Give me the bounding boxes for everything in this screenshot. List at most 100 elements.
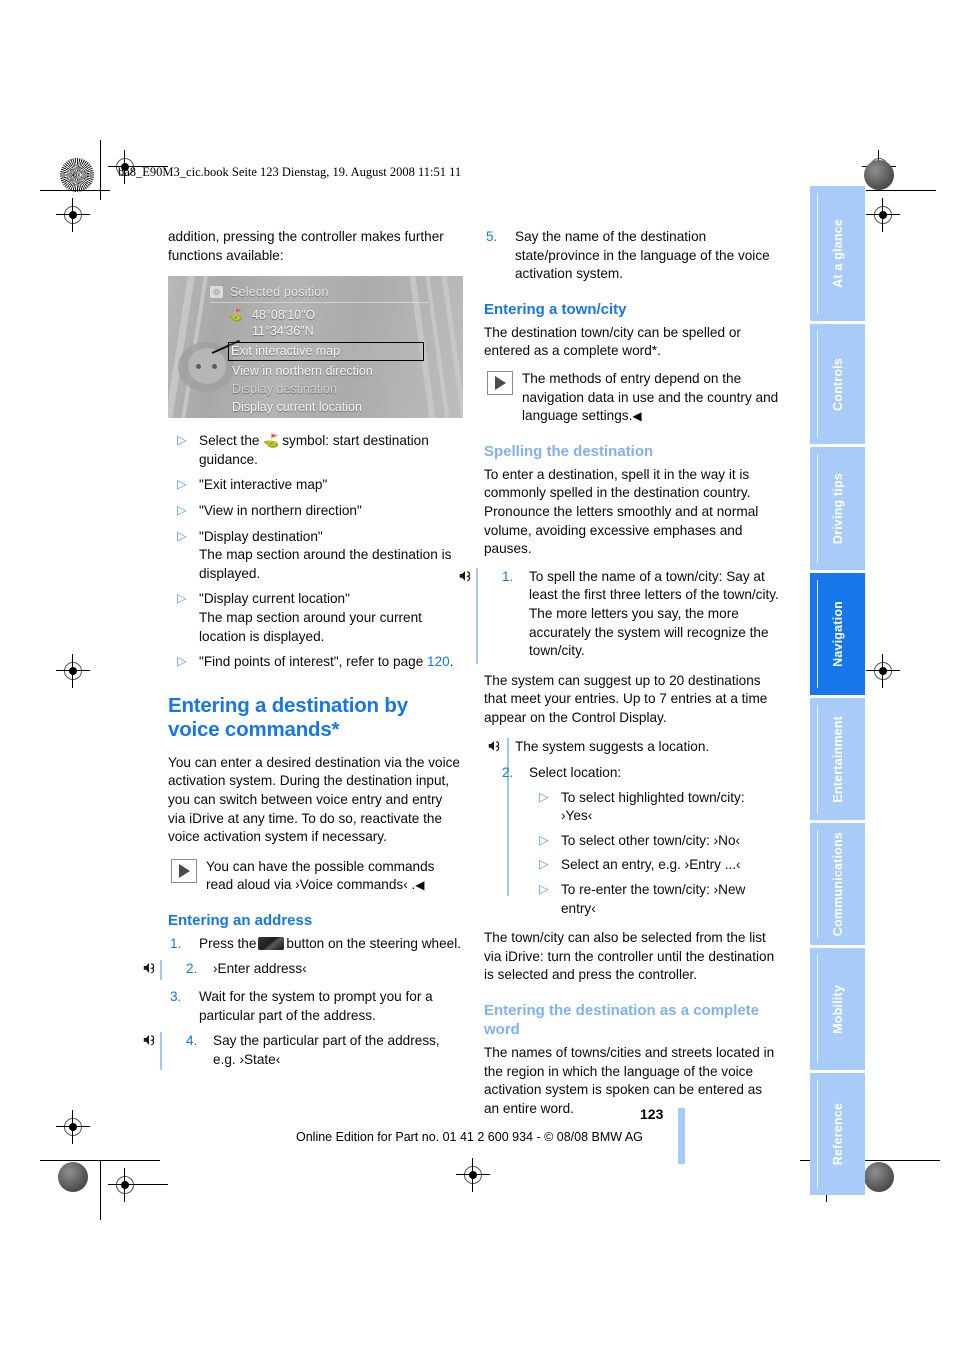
select-option-entry: Select an entry, e.g. ›Entry ...‹ [529, 855, 779, 875]
nav-display-divider [210, 302, 428, 304]
nav-display-coordinates: 48°08'10"O 11°34'36"N [252, 307, 315, 339]
chapter-intro-paragraph: You can enter a desired destination via … [168, 754, 460, 845]
select-option-new-entry: To re-enter the town/city: ›New entry‹ [529, 880, 779, 918]
tab-label: Driving tips [830, 472, 845, 545]
address-step-2: 2. ›Enter address‹ [143, 960, 463, 981]
option-display-current-location-detail: The map section around your current loca… [199, 609, 422, 644]
address-step-3: 3. Wait for the system to prompt you for… [168, 988, 463, 1025]
state-step-5: 5. Say the name of the destination state… [484, 228, 779, 284]
select-location-step-2: 2. Select location: [484, 764, 779, 783]
nav-menu-item-view-northern-direction[interactable]: View in northern direction [230, 362, 428, 380]
tab-communications[interactable]: Communications [810, 823, 865, 945]
intro-paragraph: addition, pressing the controller makes … [168, 229, 444, 263]
spelling-paragraph: To enter a destination, spell it in the … [484, 466, 759, 557]
option-prefix: Select the [199, 433, 260, 449]
complete-word-paragraph: The names of towns/cities and streets lo… [484, 1045, 775, 1116]
voice-command-icon [143, 963, 155, 974]
town-paragraph: The destination town/city can be spelled… [484, 324, 741, 359]
tab-label: Navigation [830, 601, 845, 667]
voice-step-rule-4 [160, 1032, 162, 1071]
address-step-1-pre: Press the [199, 935, 257, 951]
nav-menu-item-display-destination[interactable]: Display destination [230, 380, 428, 398]
option-find-poi-label: "Find points of interest", refer to page [199, 654, 424, 670]
nav-menu-item-exit-interactive-map[interactable]: Exit interactive map [228, 342, 424, 361]
section-heading-entering-a-town-city: Entering a town/city [484, 300, 627, 318]
option-exit-interactive-map: "Exit interactive map" [168, 475, 463, 495]
nav-menu-item-display-current-location[interactable]: Display current location [230, 398, 428, 416]
page-reference-link[interactable]: 120 [427, 654, 450, 669]
coordinate-line-1: 48°08'10"O [252, 308, 316, 323]
play-triangle-icon [487, 370, 513, 395]
nav-display-title: Selected position [230, 285, 329, 300]
suggest-paragraph: The system can suggest up to 20 destinat… [484, 672, 768, 725]
step-number-4: 4. [186, 1033, 198, 1049]
address-step-4: 4. Say the particular part of the addres… [143, 1032, 463, 1071]
voice-step-rule-2 [160, 960, 162, 981]
subheading-spelling-the-destination: Spelling the destination [484, 442, 654, 460]
step-number-5: 5. [486, 229, 498, 244]
select-option-highlighted: To select highlighted town/city: ›Yes‹ [529, 788, 779, 826]
spelling-step-1-text: To spell the name of a town/city: Say at… [529, 568, 779, 659]
tab-label: At a glance [830, 219, 845, 288]
step-number-3: 3. [170, 989, 182, 1005]
tab-label: Reference [830, 1102, 845, 1166]
tab-mobility[interactable]: Mobility [810, 948, 865, 1070]
footer-edition-line: Online Edition for Part no. 01 41 2 600 … [296, 1130, 643, 1144]
tab-label: Mobility [830, 984, 845, 1034]
address-steps-list: 1. Press the button on the steering wheel… [143, 935, 463, 1071]
tab-navigation[interactable]: Navigation [810, 573, 865, 695]
address-step-2-text: ›Enter address‹ [213, 961, 307, 977]
step-number-2: 2. [186, 961, 198, 977]
voice-command-icon [488, 741, 500, 752]
section-heading-entering-an-address: Entering an address [168, 911, 313, 929]
select-option-other: To select other town/city: ›No‹ [529, 831, 779, 851]
option-display-destination: "Display destination" The map section ar… [168, 527, 463, 584]
footer-accent-bar [678, 1108, 685, 1164]
spelling-steps-list: 1. To spell the name of a town/city: Say… [459, 567, 779, 664]
voice-command-icon [143, 1035, 155, 1046]
map-pin-icon: ◎ [210, 286, 223, 299]
nav-menu-item-find-points-of-interest[interactable]: Find points of interest [230, 417, 428, 418]
entry-methods-note: The methods of entry depend on the navig… [484, 370, 779, 426]
select-location-step-list: 2. Select location: [484, 764, 779, 783]
tab-controls[interactable]: Controls [810, 324, 865, 444]
voice-commands-note-text: You can have the possible commands read … [206, 858, 435, 893]
address-step-1-post: button on the steering wheel. [286, 935, 461, 951]
navigation-display-figure: ◎ Selected position ⛳ 48°08'10"O 11°34'3… [168, 276, 463, 419]
tab-at-a-glance[interactable]: At a glance [810, 186, 865, 321]
state-step-5-text: Say the name of the destination state/pr… [515, 229, 770, 282]
destination-guidance-symbol-icon: ⛳ [263, 433, 279, 449]
left-column: addition, pressing the controller makes … [143, 228, 463, 1080]
select-location-step-text: Select location: [529, 765, 622, 781]
subheading-complete-word: Entering the destination as a complete w… [484, 1002, 760, 1038]
nav-display-menu: Exit interactive map View in northern di… [228, 342, 428, 418]
option-display-current-location: "Display current location" The map secti… [168, 589, 463, 646]
option-view-northern-direction: "View in northern direction" [168, 501, 463, 521]
play-triangle-icon [171, 858, 197, 883]
page-number: 123 [640, 1106, 664, 1122]
tab-reference[interactable]: Reference [810, 1073, 865, 1195]
address-step-1: 1. Press the button on the steering wheel… [168, 935, 463, 954]
page-title: Entering a destination by voice commands… [168, 693, 408, 741]
tab-label: Entertainment [830, 715, 845, 803]
address-step-4-text: Say the particular part of the address, … [213, 1033, 440, 1067]
entry-methods-note-text: The methods of entry depend on the navig… [522, 370, 779, 424]
tab-driving-tips[interactable]: Driving tips [810, 447, 865, 570]
address-step-3-text: Wait for the system to prompt you for a … [199, 989, 433, 1023]
option-display-destination-label: "Display destination" [199, 528, 323, 544]
idrive-paragraph: The town/city can also be selected from … [484, 930, 775, 983]
coordinate-line-2: 11°34'36"N [252, 324, 314, 339]
voice-commands-note: You can have the possible commands read … [168, 858, 463, 895]
tab-entertainment[interactable]: Entertainment [810, 698, 865, 820]
option-display-destination-detail: The map section around the destination i… [199, 547, 452, 581]
step-number-1: 1. [170, 935, 182, 951]
step-number-1: 1. [502, 568, 514, 584]
select-location-options-list: To select highlighted town/city: ›Yes‹ T… [484, 788, 779, 919]
option-find-points-of-interest: "Find points of interest", refer to page… [168, 652, 463, 672]
note-end-marker: ◀ [415, 878, 425, 893]
option-start-destination-guidance: Select the ⛳ symbol: start destination g… [168, 431, 463, 469]
chapter-tabs: At a glance Controls Driving tips Naviga… [810, 186, 865, 1198]
spelling-step-1: 1. To spell the name of a town/city: Say… [459, 567, 779, 664]
steering-wheel-voice-button-icon [258, 936, 285, 950]
voice-command-icon [459, 570, 471, 582]
